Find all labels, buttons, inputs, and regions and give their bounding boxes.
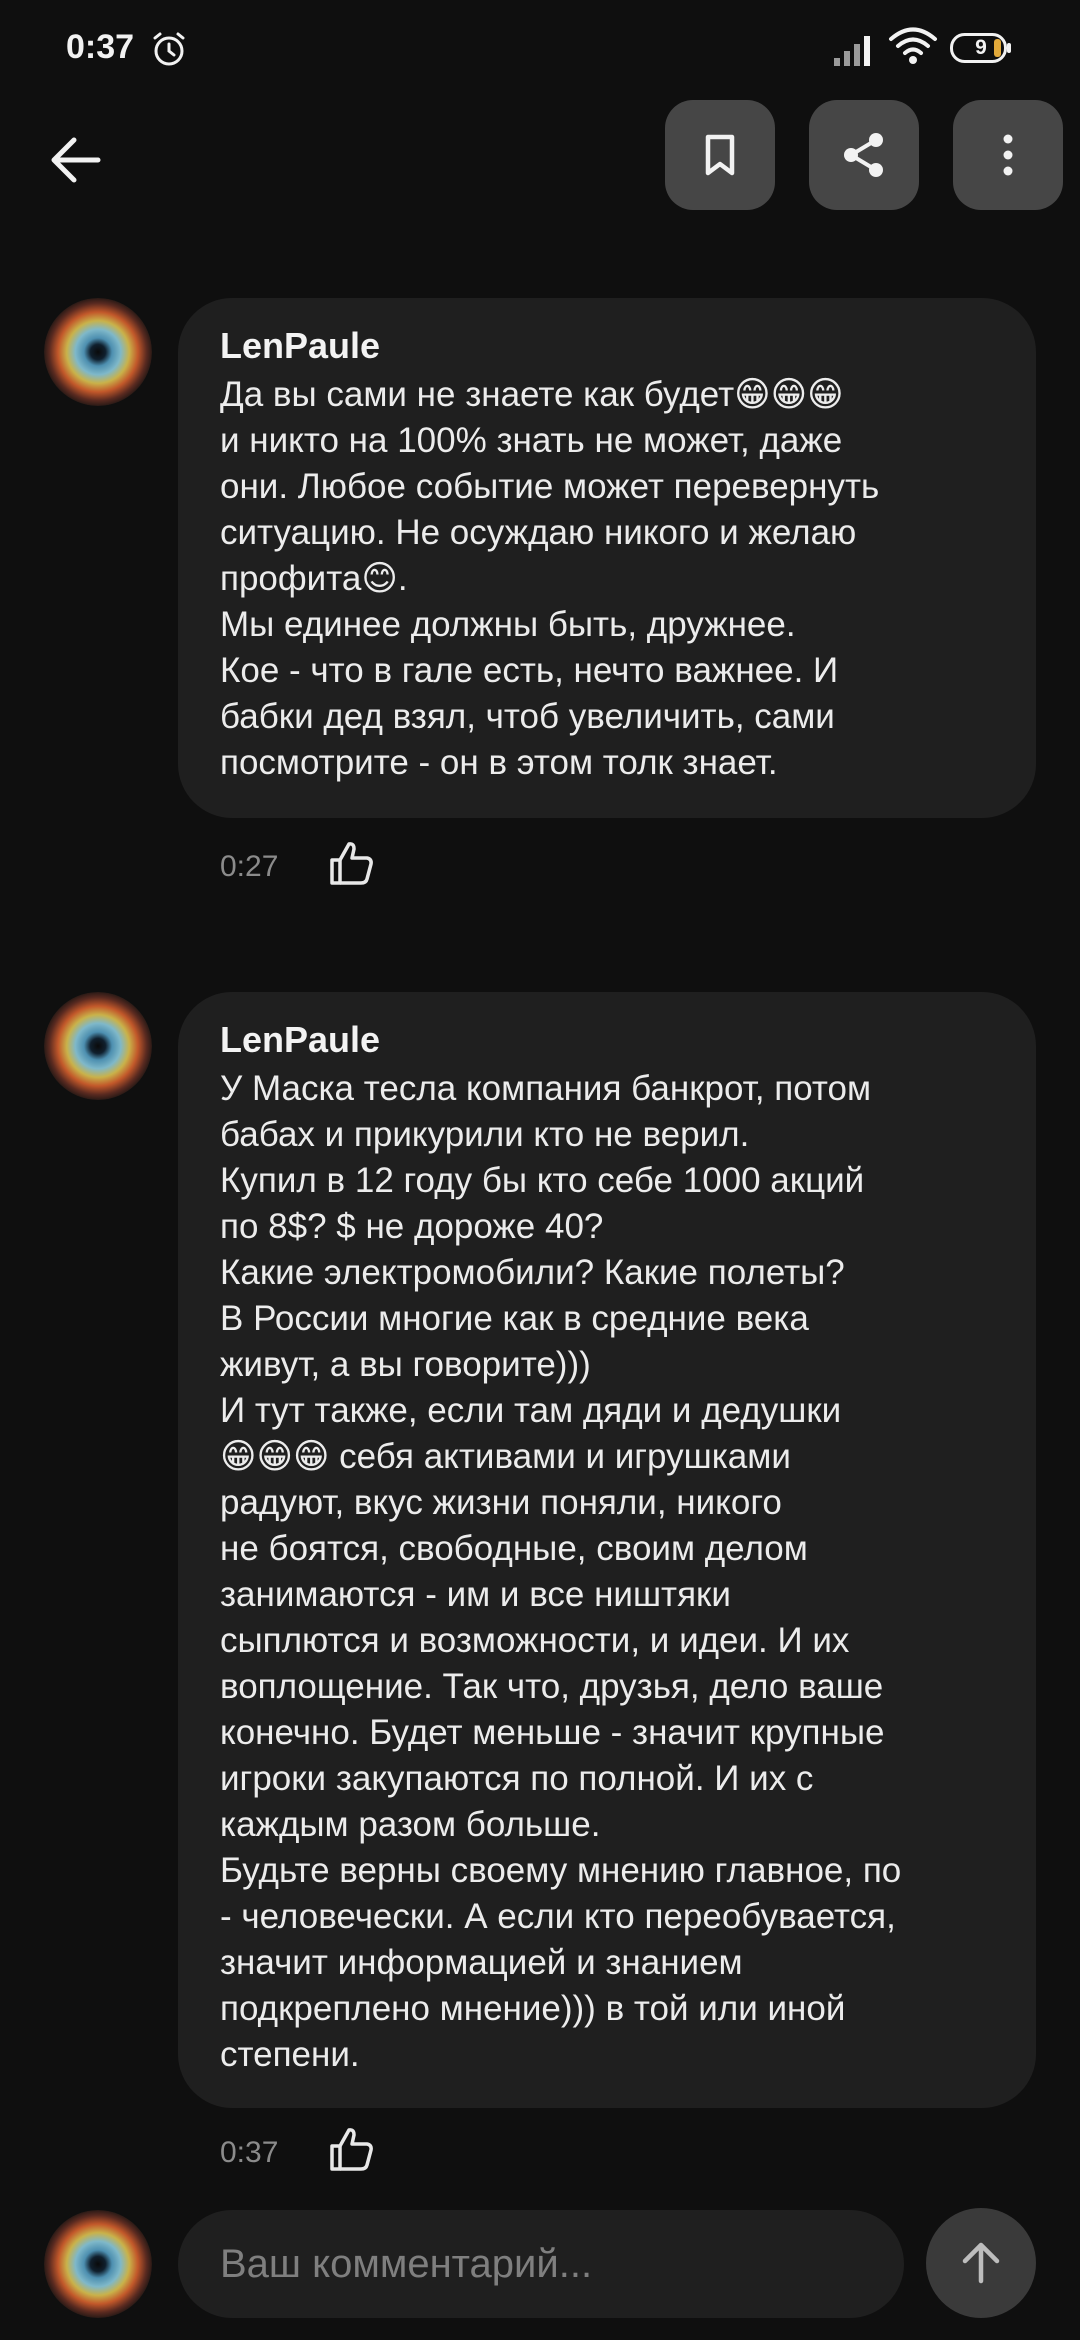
like-icon[interactable] xyxy=(326,2124,376,2174)
bookmark-icon xyxy=(705,134,735,176)
comment-text: У Маска тесла компания банкрот, потом ба… xyxy=(220,1069,902,2074)
comment-input[interactable] xyxy=(178,2210,904,2318)
comment-author[interactable]: LenPaule xyxy=(220,1018,994,1062)
avatar[interactable] xyxy=(44,298,152,406)
comment-bubble: LenPaule Да вы сами не знаете как будет😁… xyxy=(178,298,1036,818)
comment-author[interactable]: LenPaule xyxy=(220,324,994,368)
avatar xyxy=(44,2210,152,2318)
comment-time: 0:27 xyxy=(220,850,279,883)
battery-icon: 9 xyxy=(950,33,1012,63)
send-button[interactable] xyxy=(926,2208,1036,2318)
avatar[interactable] xyxy=(44,992,152,1100)
comment-bubble: LenPaule У Маска тесла компания банкрот,… xyxy=(178,992,1036,2108)
arrow-up-icon xyxy=(962,2242,1000,2284)
status-time: 0:37 xyxy=(66,28,135,66)
status-bar: 0:37 9 xyxy=(0,0,1080,100)
top-bar xyxy=(0,100,1080,220)
back-arrow-icon[interactable] xyxy=(40,124,120,196)
like-icon[interactable] xyxy=(326,838,376,888)
bookmark-button[interactable] xyxy=(665,100,775,210)
comment-time: 0:37 xyxy=(220,2136,279,2169)
share-icon xyxy=(844,133,883,177)
alarm-icon xyxy=(153,32,185,66)
comment-composer xyxy=(0,2180,1080,2340)
more-options-button[interactable] xyxy=(953,100,1063,210)
share-button[interactable] xyxy=(809,100,919,210)
comment-text: Да вы сами не знаете как будет😁😁😁 и никт… xyxy=(220,375,880,782)
more-vertical-icon xyxy=(1003,134,1013,176)
signal-icon xyxy=(834,36,870,66)
wifi-icon xyxy=(889,27,937,64)
battery-level: 9 xyxy=(975,36,987,59)
